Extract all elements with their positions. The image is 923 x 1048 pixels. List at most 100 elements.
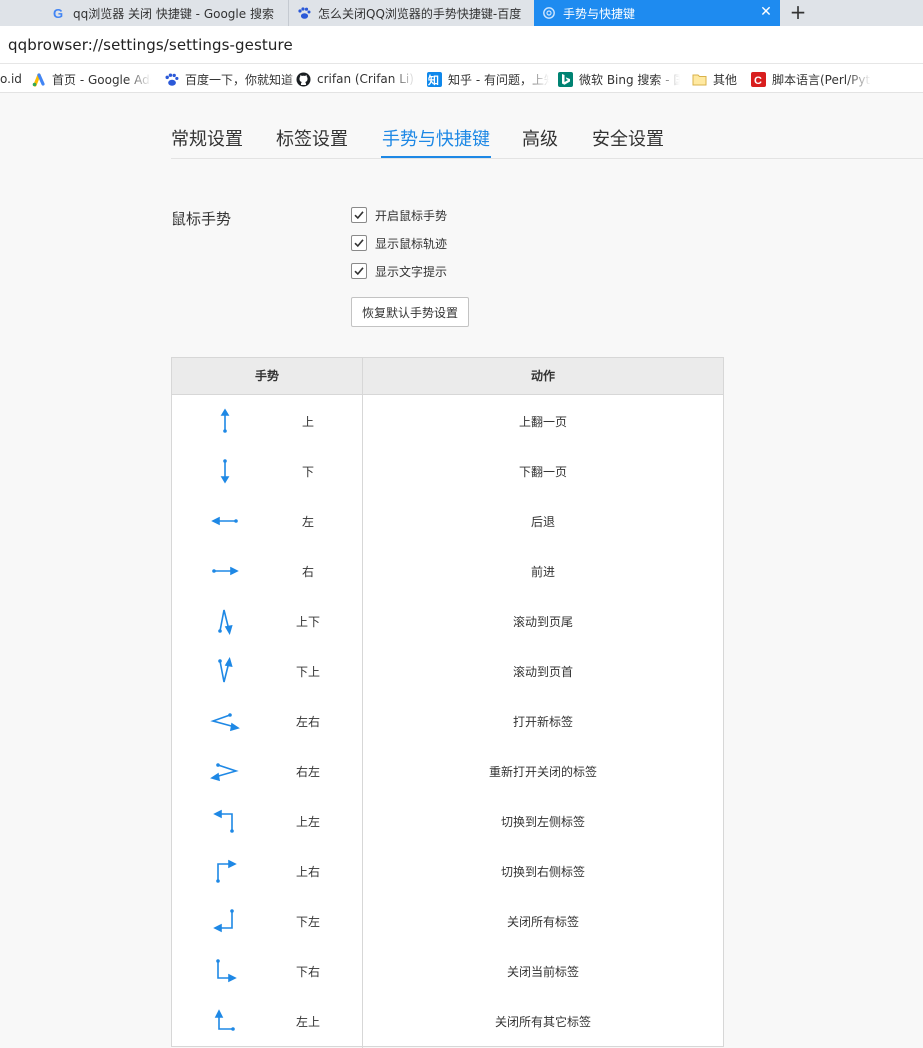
- google-ads-icon: [31, 72, 46, 87]
- tab-security-settings[interactable]: 安全设置: [592, 125, 664, 151]
- bookmarks-bar: o.id 首页 - Google Ads 百度一下，你就知道 crifan (C…: [0, 64, 923, 93]
- show-text-hint-option[interactable]: 显示文字提示: [351, 262, 447, 280]
- bookmark-folder-other[interactable]: 其他: [692, 71, 744, 87]
- gesture-action: 切换到左侧标签: [500, 815, 585, 829]
- gesture-down-up-icon: [218, 657, 233, 683]
- settings-gear-icon: [542, 6, 556, 20]
- enable-mouse-gesture-option[interactable]: 开启鼠标手势: [351, 206, 447, 224]
- bookmark-bing[interactable]: 微软 Bing 搜索 - 国内版: [558, 71, 680, 87]
- table-row: 左右 打开新标签: [172, 696, 723, 746]
- settings-nav: 常规设置 标签设置 手势与快捷键 高级 安全设置: [171, 93, 923, 159]
- tab-tab-settings[interactable]: 标签设置: [276, 125, 348, 151]
- gesture-name: 下右: [295, 965, 320, 979]
- gesture-table: 手势 动作 上 上翻一页 下 下翻一页 左 后退 右 前进 上下 滚动到页尾 下…: [171, 357, 724, 1048]
- bing-icon: [558, 71, 573, 87]
- table-row: 右 前进: [172, 546, 723, 596]
- gesture-action: 切换到右侧标签: [500, 865, 585, 879]
- gesture-name: 右: [301, 565, 314, 579]
- tab-gesture-shortcuts[interactable]: 手势与快捷键: [382, 125, 490, 151]
- tab-strip: G qq浏览器 关闭 快捷键 - Google 搜索 怎么关闭QQ浏览器的手势快…: [0, 0, 923, 26]
- svg-text:G: G: [53, 6, 63, 20]
- bookmark-partial[interactable]: o.id: [0, 71, 22, 87]
- gesture-down-right-icon: [216, 959, 237, 983]
- gesture-up-icon: [220, 408, 230, 433]
- tab-advanced[interactable]: 高级: [522, 125, 558, 151]
- gesture-action: 关闭当前标签: [506, 965, 579, 979]
- reset-gesture-defaults-button[interactable]: 恢复默认手势设置: [351, 297, 469, 327]
- gesture-up-left-icon: [213, 809, 234, 833]
- gesture-action: 前进: [530, 565, 555, 579]
- gesture-name: 右左: [295, 765, 320, 779]
- baidu-paw-icon: [297, 6, 311, 20]
- tab-title: 手势与快捷键: [563, 6, 636, 21]
- gesture-right-icon: [212, 566, 239, 576]
- github-icon: [296, 72, 311, 87]
- gesture-action: 上翻一页: [518, 415, 567, 429]
- gesture-action: 重新打开关闭的标签: [488, 765, 597, 779]
- gesture-action: 关闭所有标签: [506, 915, 579, 929]
- svg-text:知: 知: [427, 73, 439, 87]
- tab-google-search[interactable]: G qq浏览器 关闭 快捷键 - Google 搜索: [44, 0, 288, 26]
- table-row: 下左 关闭所有标签: [172, 896, 723, 946]
- gesture-left-right-icon: [210, 713, 240, 732]
- baidu-paw-icon: [164, 72, 179, 87]
- checkbox-label: 显示鼠标轨迹: [375, 236, 448, 251]
- gesture-name: 左: [301, 515, 314, 529]
- gesture-left-icon: [211, 516, 238, 526]
- show-text-hint-checkbox[interactable]: [351, 263, 367, 279]
- gesture-action: 打开新标签: [512, 715, 573, 729]
- gesture-table-header: 手势 动作: [172, 358, 723, 395]
- new-tab-plus-icon[interactable]: +: [786, 0, 810, 26]
- table-row: 上下 滚动到页尾: [172, 596, 723, 646]
- table-row: 上 上翻一页: [172, 396, 723, 446]
- gesture-name: 下左: [295, 915, 320, 929]
- url-text[interactable]: qqbrowser://settings/settings-gesture: [8, 36, 293, 54]
- bookmark-baidu[interactable]: 百度一下，你就知道: [164, 71, 314, 87]
- table-row: 左上 关闭所有其它标签: [172, 996, 723, 1046]
- google-icon: G: [52, 6, 66, 20]
- bookmark-script-language[interactable]: C 脚本语言(Perl/Python): [751, 71, 871, 87]
- gesture-action: 关闭所有其它标签: [494, 1015, 591, 1029]
- gesture-name: 下上: [295, 665, 320, 679]
- bookmark-google-ads[interactable]: 首页 - Google Ads: [31, 71, 151, 87]
- header-gesture: 手势: [254, 369, 279, 383]
- gesture-up-down-icon: [218, 609, 233, 635]
- checkmark-icon: [354, 211, 364, 220]
- table-row: 下右 关闭当前标签: [172, 946, 723, 996]
- table-row: 下 下翻一页: [172, 446, 723, 496]
- gesture-down-left-icon: [213, 909, 234, 933]
- gesture-name: 左上: [295, 1015, 320, 1029]
- gesture-action: 后退: [530, 515, 555, 529]
- table-row: 左 后退: [172, 496, 723, 546]
- mouse-gesture-label: 鼠标手势: [171, 210, 232, 228]
- tab-gesture-settings[interactable]: 手势与快捷键 ✕: [534, 0, 780, 26]
- table-row: 右左 重新打开关闭的标签: [172, 746, 723, 796]
- zhihu-icon: 知: [427, 71, 442, 87]
- active-tab-underline: [381, 156, 491, 158]
- header-action: 动作: [530, 369, 555, 383]
- gesture-name: 上下: [295, 615, 320, 629]
- bookmark-github[interactable]: crifan (Crifan Li) · GitHub: [296, 71, 416, 87]
- tab-baidu[interactable]: 怎么关闭QQ浏览器的手势快捷键-百度: [288, 0, 534, 26]
- tab-title: qq浏览器 关闭 快捷键 - Google 搜索: [73, 6, 274, 21]
- gesture-name: 上: [301, 415, 314, 429]
- gesture-name: 上左: [295, 815, 320, 829]
- gesture-name: 下: [301, 465, 314, 479]
- gesture-action: 滚动到页尾: [512, 615, 573, 629]
- show-mouse-trail-option[interactable]: 显示鼠标轨迹: [351, 234, 447, 252]
- folder-icon: [692, 72, 707, 87]
- checkbox-label: 显示文字提示: [375, 264, 448, 279]
- svg-text:C: C: [754, 75, 762, 87]
- show-mouse-trail-checkbox[interactable]: [351, 235, 367, 251]
- bookmark-zhihu[interactable]: 知 知乎 - 有问题，上知乎: [427, 71, 549, 87]
- close-tab-icon[interactable]: ✕: [758, 4, 774, 20]
- checkbox-label: 开启鼠标手势: [375, 208, 448, 223]
- gesture-right-left-icon: [210, 763, 239, 782]
- gesture-action: 滚动到页首: [512, 665, 573, 679]
- table-row: 上右 切换到右侧标签: [172, 846, 723, 896]
- address-bar[interactable]: qqbrowser://settings/settings-gesture: [0, 26, 923, 64]
- tab-general-settings[interactable]: 常规设置: [171, 125, 243, 151]
- enable-mouse-gesture-checkbox[interactable]: [351, 207, 367, 223]
- gesture-name: 上右: [295, 865, 320, 879]
- table-row: 下上 滚动到页首: [172, 646, 723, 696]
